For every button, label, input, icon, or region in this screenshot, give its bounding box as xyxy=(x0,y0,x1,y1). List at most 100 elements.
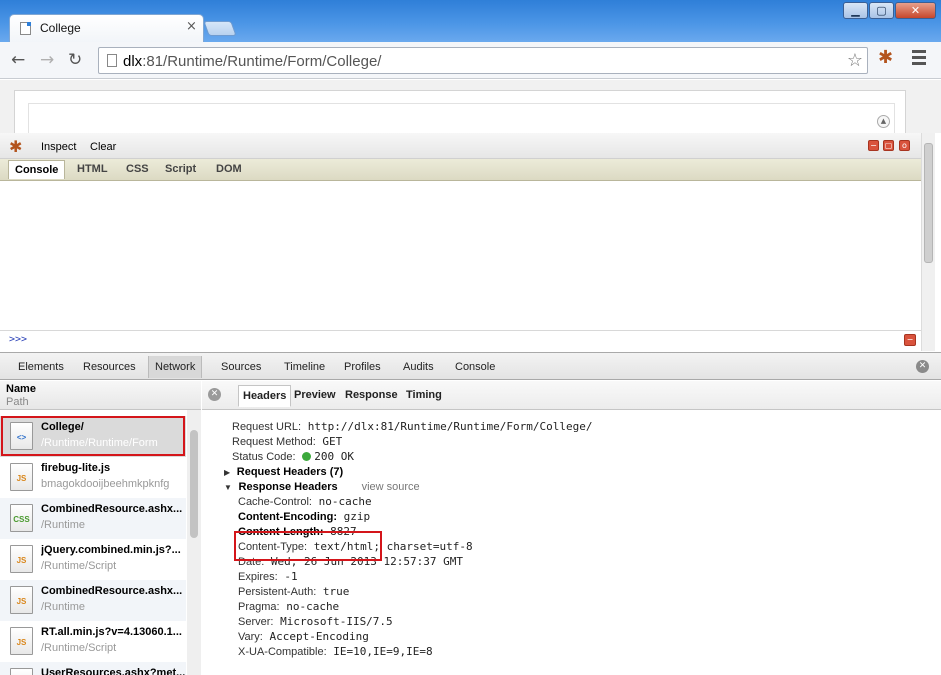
devtools-tab-audits[interactable]: Audits xyxy=(403,361,434,373)
chrome-menu-icon[interactable] xyxy=(912,50,926,68)
firebug-detach-button[interactable]: ▢ xyxy=(883,140,894,151)
detail-tab-headers[interactable]: Headers xyxy=(238,385,292,407)
forward-icon[interactable]: → xyxy=(40,50,54,70)
response-header-line: Expires: -1 xyxy=(238,570,298,583)
column-path: Path xyxy=(6,396,29,408)
header-key: Expires: xyxy=(238,571,278,583)
response-header-line: Content-Encoding: gzip xyxy=(238,510,370,523)
request-row[interactable]: JS jQuery.combined.min.js?... /Runtime/S… xyxy=(0,539,186,580)
close-window-button[interactable]: ✕ xyxy=(895,2,936,19)
firebug-tabs: Console HTML CSS Script DOM xyxy=(0,159,921,181)
clear-button[interactable]: Clear xyxy=(90,141,116,153)
header-key: Cache-Control: xyxy=(238,496,312,508)
close-detail-icon[interactable]: ✕ xyxy=(208,388,221,401)
request-row[interactable]: JS UserResources.ashx?met... xyxy=(0,662,186,675)
header-key: X-UA-Compatible: xyxy=(238,646,327,658)
detail-tab-preview[interactable]: Preview xyxy=(294,389,336,401)
request-name: UserResources.ashx?met... xyxy=(41,667,185,675)
devtools-close-icon[interactable]: ✕ xyxy=(916,360,929,373)
reload-icon[interactable]: ↻ xyxy=(68,50,82,70)
view-source-link[interactable]: view source xyxy=(362,481,420,493)
detail-tabs: ✕ Headers Preview Response Timing xyxy=(202,381,941,410)
browser-tab[interactable]: College × xyxy=(9,14,204,42)
header-value: -1 xyxy=(284,570,298,583)
bookmark-star-icon[interactable]: ☆ xyxy=(847,50,863,71)
firebug-tab-css[interactable]: CSS xyxy=(126,163,149,175)
firebug-tab-dom[interactable]: DOM xyxy=(216,163,242,175)
js-file-icon: JS xyxy=(10,627,33,655)
page-icon xyxy=(20,22,31,35)
response-header-line: Vary: Accept-Encoding xyxy=(238,630,369,643)
maximize-button[interactable]: ▢ xyxy=(869,2,894,19)
header-value: GET xyxy=(322,435,343,448)
expand-arrow-icon: ▶ xyxy=(224,468,231,477)
firebug-lite-panel: ✱ Inspect Clear − ▢ o Console HTML CSS S… xyxy=(0,133,941,351)
firebug-close-button[interactable]: o xyxy=(899,140,910,151)
url-path: :81/Runtime/Runtime/Form/College/ xyxy=(142,53,382,70)
js-file-icon: JS xyxy=(10,668,33,675)
page-viewport: ▲ xyxy=(0,80,941,143)
request-path: bmagokdooijbeehmkpknfg xyxy=(41,478,170,490)
devtools-tab-profiles[interactable]: Profiles xyxy=(344,361,381,373)
header-value: IE=10,IE=9,IE=8 xyxy=(333,645,433,658)
response-header-line: Pragma: no-cache xyxy=(238,600,339,613)
js-file-icon: JS xyxy=(10,586,33,614)
request-path: /Runtime xyxy=(41,519,86,531)
devtools-tab-network[interactable]: Network xyxy=(148,356,203,378)
request-row[interactable]: JS RT.all.min.js?v=4.13060.1... /Runtime… xyxy=(0,621,186,662)
minimize-button[interactable]: ▁ xyxy=(843,2,868,19)
devtools-tab-timeline[interactable]: Timeline xyxy=(284,361,325,373)
address-bar[interactable]: dlx:81/Runtime/Runtime/Form/College/ ☆ xyxy=(98,47,868,74)
request-name: CombinedResource.ashx... xyxy=(41,585,183,597)
firebug-minimize-button[interactable]: − xyxy=(868,140,879,151)
firebug-tab-console[interactable]: Console xyxy=(8,160,66,179)
firebug-logo-icon[interactable]: ✱ xyxy=(9,137,22,156)
firebug-tab-html[interactable]: HTML xyxy=(77,163,108,175)
request-headers-toggle[interactable]: ▶ Request Headers (7) xyxy=(224,465,343,478)
devtools-tab-console[interactable]: Console xyxy=(455,361,495,373)
detail-tab-response[interactable]: Response xyxy=(345,389,398,401)
firebug-extension-icon[interactable]: ✱ xyxy=(878,47,893,68)
request-name: CombinedResource.ashx... xyxy=(41,503,183,515)
command-line-close-icon[interactable]: − xyxy=(904,334,916,346)
request-path: /Runtime/Script xyxy=(41,642,117,654)
firebug-tab-script[interactable]: Script xyxy=(165,163,196,175)
request-row[interactable]: JS CombinedResource.ashx... /Runtime xyxy=(0,580,186,621)
header-value: 200 OK xyxy=(314,450,354,463)
url-text[interactable]: dlx:81/Runtime/Runtime/Form/College/ xyxy=(123,53,381,70)
header-key: Server: xyxy=(238,616,274,628)
response-header-line: X-UA-Compatible: IE=10,IE=9,IE=8 xyxy=(238,645,433,658)
status-ok-icon xyxy=(302,452,312,461)
request-name: firebug-lite.js xyxy=(41,462,111,474)
scrollbar-thumb[interactable] xyxy=(190,430,198,538)
request-list-scrollbar[interactable] xyxy=(187,410,201,675)
firebug-scrollbar[interactable] xyxy=(921,133,935,351)
status-code-line: Status Code: 200 OK xyxy=(232,450,354,463)
response-header-line: Persistent-Auth: true xyxy=(238,585,349,598)
header-key: Status Code: xyxy=(232,451,296,463)
tab-title: College xyxy=(40,21,81,35)
detail-tab-timing[interactable]: Timing xyxy=(406,389,442,401)
request-row[interactable]: JS firebug-lite.js bmagokdooijbeehmkpknf… xyxy=(0,457,186,498)
firebug-console-output xyxy=(0,182,921,330)
response-headers-toggle[interactable]: ▼ Response Headers view source xyxy=(224,480,420,493)
devtools-tab-resources[interactable]: Resources xyxy=(83,361,136,373)
collapse-icon[interactable]: ▲ xyxy=(877,115,890,128)
back-icon[interactable]: ← xyxy=(11,50,25,70)
firebug-command-line[interactable]: >>> − xyxy=(0,330,921,350)
devtools-tab-elements[interactable]: Elements xyxy=(18,361,64,373)
inspect-button[interactable]: Inspect xyxy=(41,141,76,153)
column-name: Name xyxy=(6,383,36,395)
new-tab-button[interactable] xyxy=(203,21,237,36)
css-file-icon: CSS xyxy=(10,504,33,532)
window-titlebar: College × ▁ ▢ ✕ xyxy=(0,0,941,42)
network-list-header[interactable]: Name Path xyxy=(0,381,201,410)
content-headers-highlight-box xyxy=(234,531,382,561)
tab-close-icon[interactable]: × xyxy=(186,19,197,34)
section-title: Request Headers (7) xyxy=(236,466,344,478)
request-row[interactable]: CSS CombinedResource.ashx... /Runtime xyxy=(0,498,186,539)
devtools-tab-sources[interactable]: Sources xyxy=(221,361,261,373)
request-name: RT.all.min.js?v=4.13060.1... xyxy=(41,626,182,638)
scrollbar-thumb[interactable] xyxy=(924,143,933,263)
request-detail-pane: ✕ Headers Preview Response Timing Reques… xyxy=(202,381,941,675)
